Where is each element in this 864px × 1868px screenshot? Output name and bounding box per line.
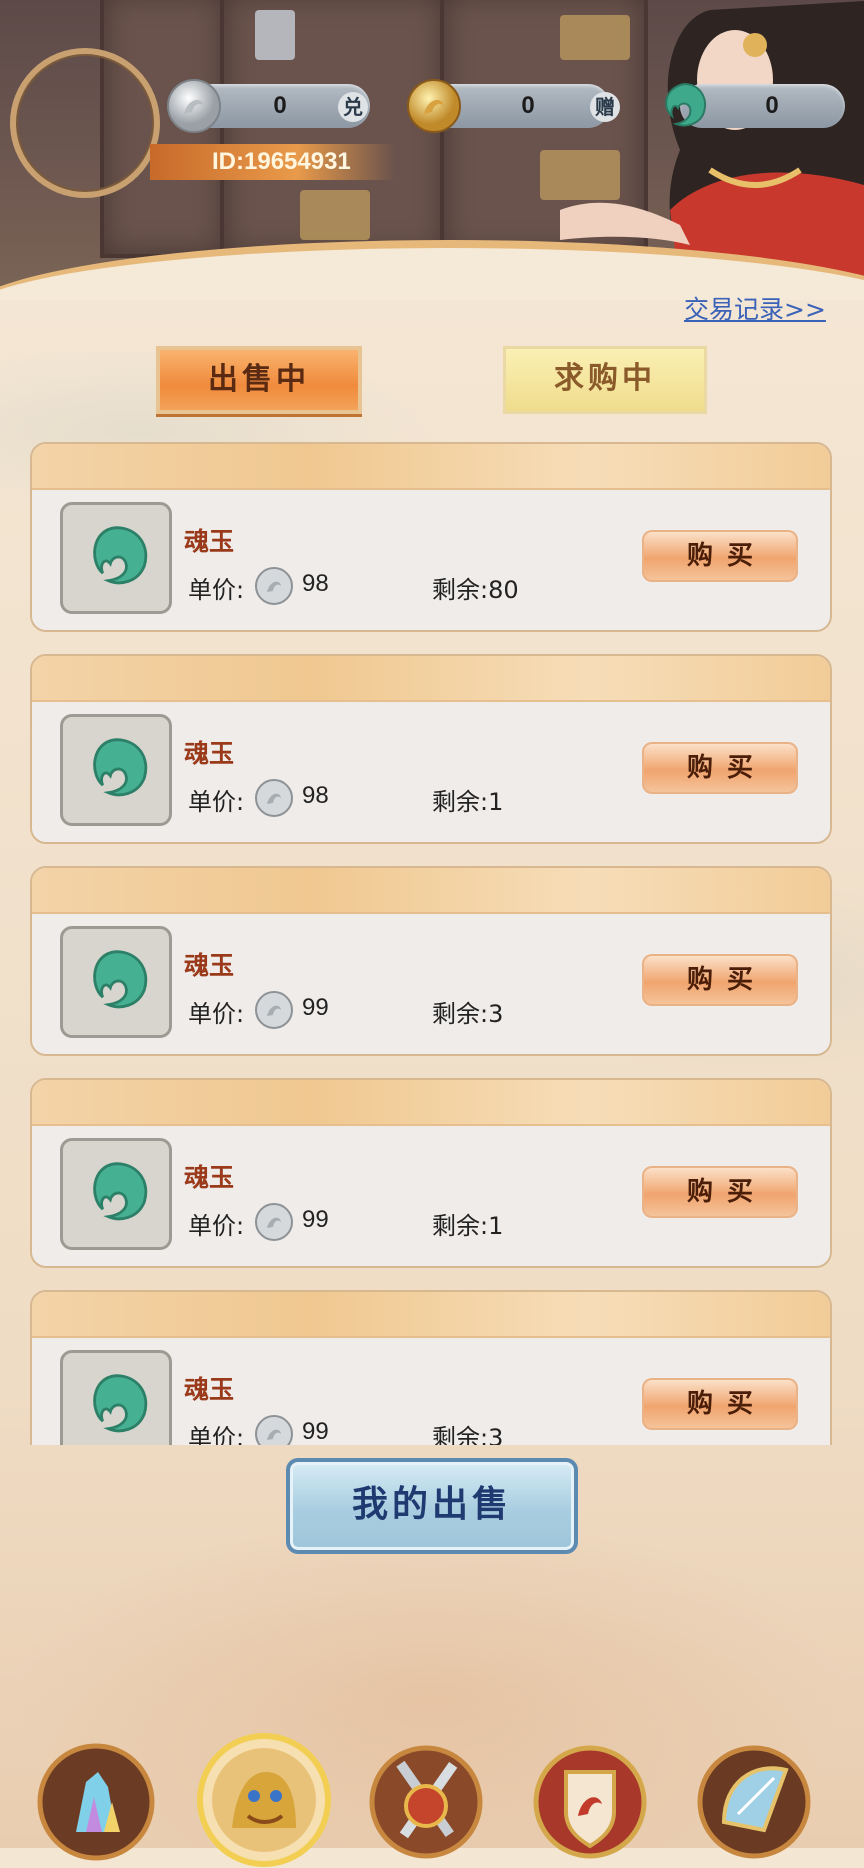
buy-button[interactable]: 购买 <box>642 742 798 794</box>
exchange-tag[interactable]: 兑 <box>338 92 368 122</box>
price-value: 99 <box>302 1206 329 1233</box>
buy-button[interactable]: 购买 <box>642 1378 798 1430</box>
item-slot[interactable] <box>60 926 172 1038</box>
price-value: 99 <box>302 1418 329 1445</box>
soul-jade-icon <box>93 738 148 797</box>
gold-coin-icon <box>407 79 461 133</box>
buy-button[interactable]: 购买 <box>642 1166 798 1218</box>
soul-jade-icon <box>93 1162 148 1221</box>
card-header <box>32 1292 830 1338</box>
jade-value: 0 <box>765 92 779 119</box>
price-label: 单价: <box>188 1424 245 1445</box>
remaining-count: 剩余:3 <box>432 1000 504 1028</box>
listing-list[interactable]: 魂玉 单价: 98 剩余:80 购买 魂玉 单价: 98 剩余:1 购买 魂玉 … <box>30 442 834 1445</box>
buy-button[interactable]: 购买 <box>642 954 798 1006</box>
crystal-icon[interactable] <box>36 1742 156 1862</box>
chest <box>300 190 370 240</box>
silver-coin-icon <box>167 79 221 133</box>
list-item: 魂玉 单价: 99 剩余:3 购买 <box>30 866 832 1056</box>
trade-record-link[interactable]: 交易记录>> <box>684 290 826 326</box>
item-slot[interactable] <box>60 502 172 614</box>
price-label: 单价: <box>188 1212 245 1240</box>
soul-jade-icon <box>93 526 148 585</box>
price-label: 单价: <box>188 1000 245 1028</box>
dragon-shield-icon[interactable] <box>530 1742 650 1862</box>
item-name: 魂玉 <box>184 739 235 768</box>
item-slot[interactable] <box>60 714 172 826</box>
soul-jade-icon <box>93 1374 148 1433</box>
crossed-swords-icon[interactable] <box>366 1742 486 1862</box>
price-value: 98 <box>302 570 329 597</box>
card-header <box>32 444 830 490</box>
card-header <box>32 656 830 702</box>
fan-icon[interactable] <box>694 1742 814 1862</box>
my-sales-button[interactable]: 我的出售 <box>286 1458 578 1554</box>
silver-value: 0 <box>273 92 287 119</box>
vase <box>255 10 295 60</box>
gold-value: 0 <box>521 92 535 119</box>
price-value: 99 <box>302 994 329 1021</box>
tab-buying[interactable]: 求购中 <box>503 346 707 414</box>
item-slot[interactable] <box>60 1138 172 1250</box>
list-item: 魂玉 单价: 98 剩余:80 购买 <box>30 442 832 632</box>
remaining-count: 剩余:1 <box>432 788 504 816</box>
list-item: 魂玉 单价: 98 剩余:1 购买 <box>30 654 832 844</box>
item-name: 魂玉 <box>184 1375 235 1404</box>
item-name: 魂玉 <box>184 951 235 980</box>
jade-icon <box>665 82 706 127</box>
list-item: 魂玉 单价: 99 剩余:3 购买 <box>30 1290 832 1445</box>
tab-selling[interactable]: 出售中 <box>156 346 362 414</box>
remaining-count: 剩余:80 <box>432 576 519 604</box>
user-id-badge: ID:19654931 <box>150 144 395 180</box>
silver-coin-icon <box>255 991 293 1029</box>
price-label: 单价: <box>188 788 245 816</box>
gift-tag[interactable]: 赠 <box>590 92 620 122</box>
item-slot[interactable] <box>60 1350 172 1445</box>
card-header <box>32 868 830 914</box>
card-header <box>32 1080 830 1126</box>
remaining-count: 剩余:3 <box>432 1424 504 1445</box>
item-name: 魂玉 <box>184 527 235 556</box>
avatar[interactable] <box>10 48 160 198</box>
silver-coin-icon <box>255 567 293 605</box>
price-value: 98 <box>302 782 329 809</box>
list-item: 魂玉 单价: 99 剩余:1 购买 <box>30 1078 832 1268</box>
price-label: 单价: <box>188 576 245 604</box>
soul-jade-icon <box>93 950 148 1009</box>
silver-coin-icon <box>255 1415 293 1445</box>
buy-button[interactable]: 购买 <box>642 530 798 582</box>
silver-coin-icon <box>255 1203 293 1241</box>
item-name: 魂玉 <box>184 1163 235 1192</box>
silver-coin-icon <box>255 779 293 817</box>
remaining-count: 剩余:1 <box>432 1212 504 1240</box>
